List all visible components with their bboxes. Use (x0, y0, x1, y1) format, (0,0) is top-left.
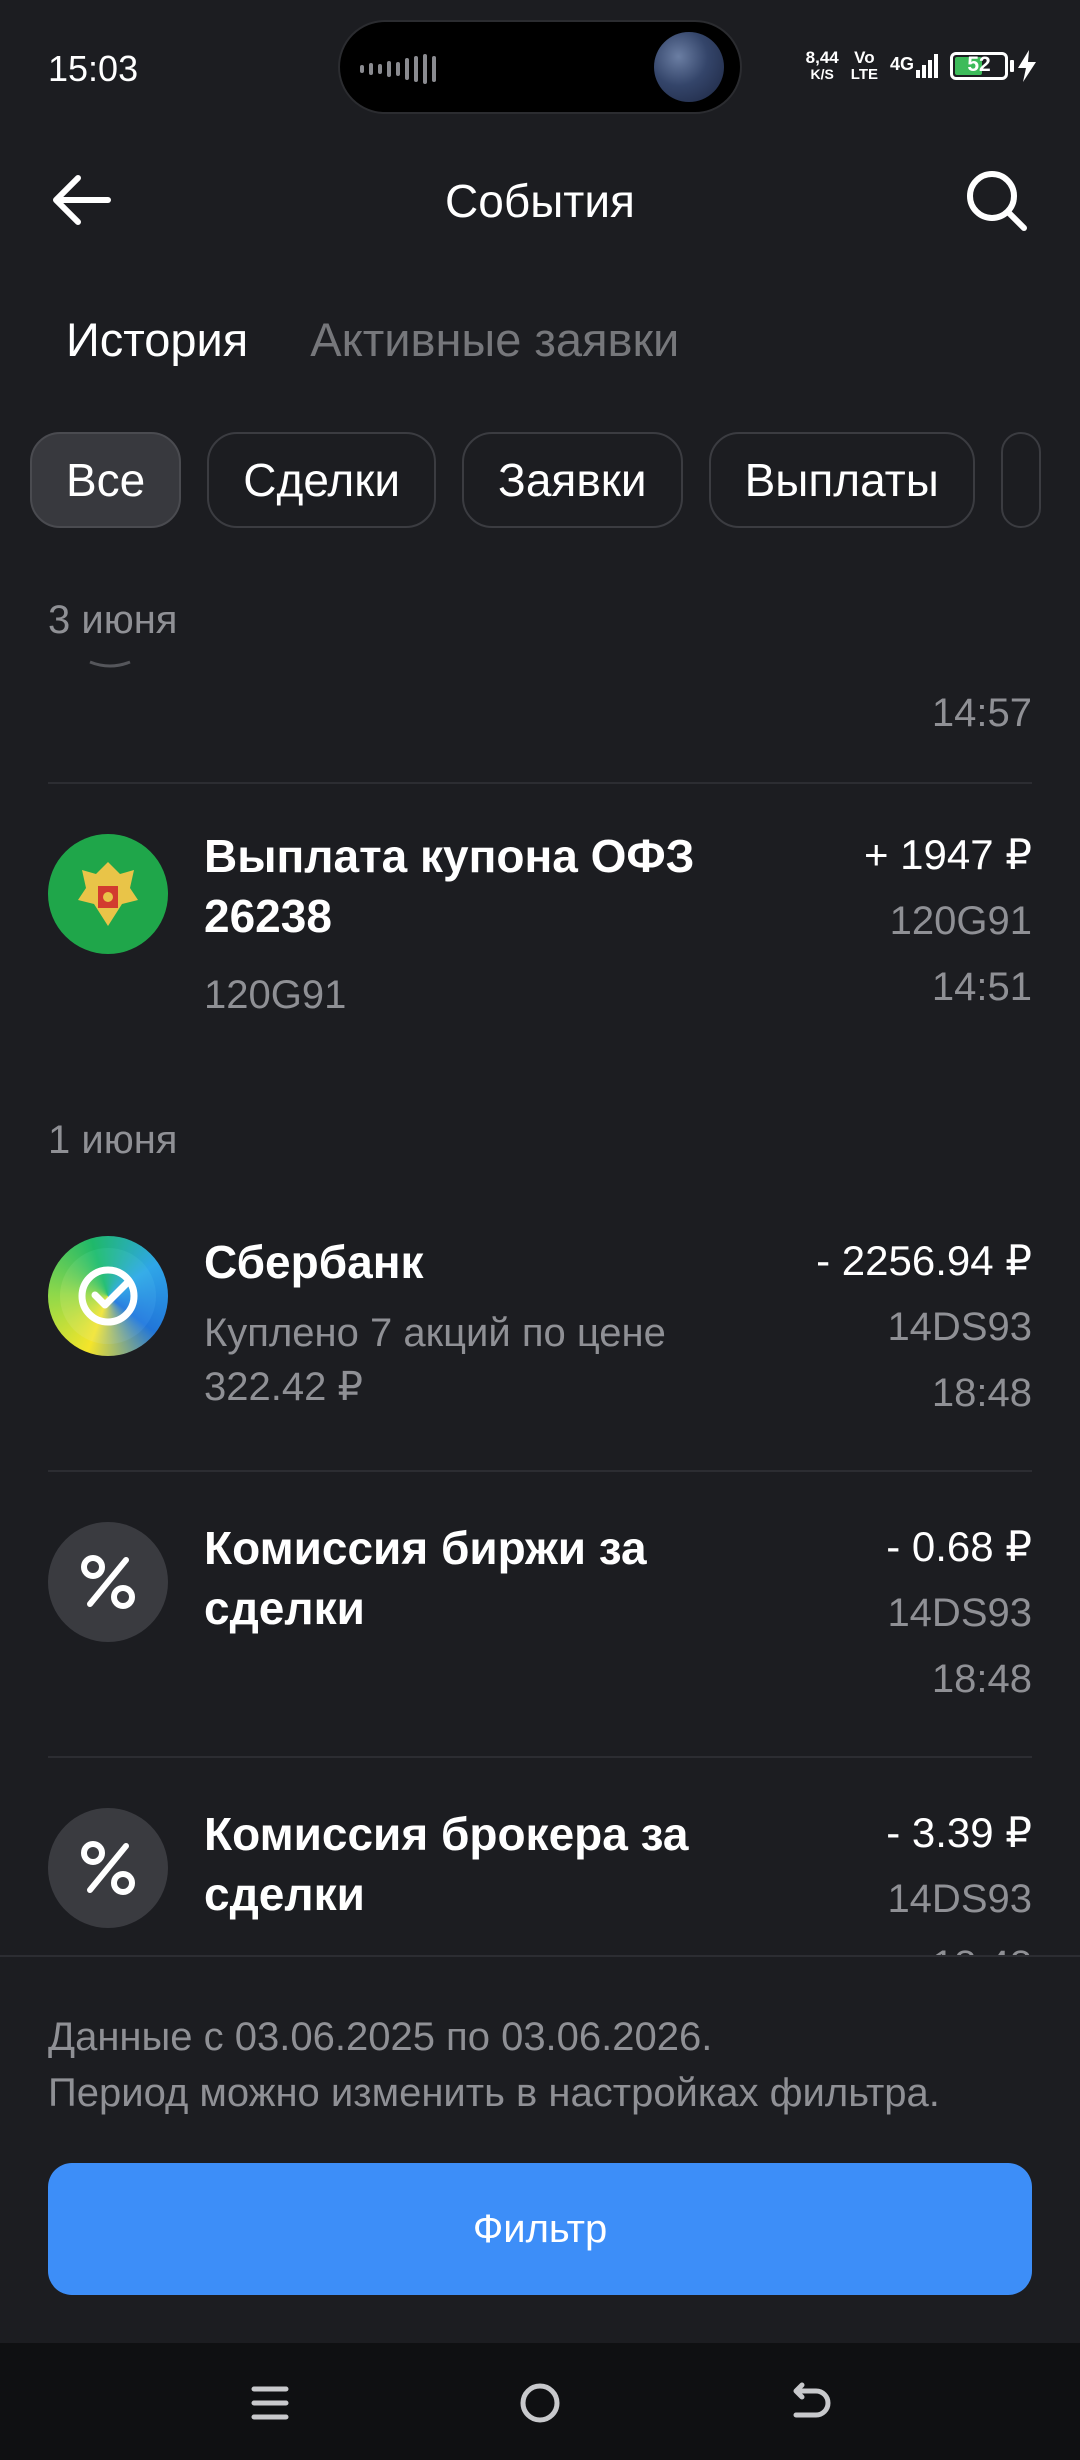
divider (48, 782, 1032, 784)
list-item-coupon[interactable]: Выплата купона ОФЗ 26238 120G91 + 1947 ₽… (48, 826, 1032, 1036)
tab-active-orders[interactable]: Активные заявки (310, 312, 679, 367)
volte-vo: Vo (854, 48, 875, 67)
filter-button[interactable]: Фильтр (48, 2163, 1032, 2295)
coat-of-arms-icon (78, 862, 138, 926)
tab-bar: История Активные заявки (66, 312, 679, 367)
filter-chips: Все Сделки Заявки Выплаты (30, 432, 1041, 528)
status-indicators: 8,44 K/S Vo LTE 4G 52 (806, 44, 1038, 88)
item-code: 14DS93 (887, 1591, 1032, 1635)
network-speed: 8,44 K/S (806, 49, 839, 83)
item-title: Комиссия биржи за сделки (204, 1522, 647, 1634)
item-amount: - 0.68 ₽ (886, 1523, 1032, 1570)
item-time: 18:48 (931, 1371, 1032, 1415)
page-title: События (445, 175, 635, 227)
battery-indicator: 52 (950, 50, 1038, 82)
audio-wave-icon (360, 54, 436, 84)
percent-glyph (81, 1555, 135, 1609)
item-meta: + 1947 ₽ 120G91 14:51 (864, 822, 1032, 1020)
sberbank-logo (48, 1236, 168, 1356)
item-code: 14DS93 (887, 1877, 1032, 1921)
item-title: Выплата купона ОФЗ 26238 (204, 830, 695, 942)
list-item-partial[interactable]: 14:57 (48, 660, 1032, 740)
menu-icon[interactable] (240, 2373, 300, 2433)
percent-glyph (81, 1841, 135, 1895)
bottom-panel: Данные с 03.06.2025 по 03.06.2026. Перио… (0, 1955, 1080, 2343)
item-time: 14:57 (931, 691, 1032, 735)
item-amount: - 3.39 ₽ (886, 1809, 1032, 1856)
item-code: 120G91 (889, 899, 1032, 943)
status-time: 15:03 (48, 48, 139, 89)
volte-indicator: Vo LTE (851, 49, 878, 83)
period-hint: Период можно изменить в настройках фильт… (48, 2071, 940, 2115)
item-amount: + 1947 ₽ (863, 831, 1032, 878)
percent-icon (48, 1808, 168, 1928)
period-info: Данные с 03.06.2025 по 03.06.2026. Перио… (48, 2009, 940, 2121)
chip-more[interactable] (1000, 432, 1041, 528)
charging-icon (1018, 50, 1036, 82)
item-code: 14DS93 (887, 1305, 1032, 1349)
item-subtitle: Куплено 7 акций по цене 322.42 ₽ (204, 1311, 666, 1409)
item-title: Сбербанк (204, 1236, 424, 1288)
divider (48, 1470, 1032, 1472)
network-speed-unit: K/S (810, 66, 834, 82)
home-icon[interactable] (510, 2373, 570, 2433)
item-meta: - 2256.94 ₽ 14DS93 18:48 (816, 1228, 1032, 1426)
volte-lte: LTE (850, 66, 878, 83)
chip-deals[interactable]: Сделки (207, 432, 437, 528)
sberbank-check-icon (78, 1266, 138, 1326)
list-item-sberbank[interactable]: Сбербанк Куплено 7 акций по цене 322.42 … (48, 1232, 1032, 1432)
list-item-exchange-fee[interactable]: Комиссия биржи за сделки - 0.68 ₽ 14DS93… (48, 1518, 1032, 1718)
ofz-emblem-icon (48, 834, 168, 954)
item-time: 18:48 (931, 1657, 1032, 1701)
item-amount: - 2256.94 ₽ (816, 1237, 1032, 1284)
battery-level: 52 (967, 53, 991, 76)
percent-icon (48, 1522, 168, 1642)
divider (48, 1756, 1032, 1758)
tab-history[interactable]: История (66, 312, 248, 367)
chip-orders[interactable]: Заявки (462, 432, 683, 528)
chip-payouts[interactable]: Выплаты (708, 432, 975, 528)
signal-icon (916, 54, 938, 78)
search-icon[interactable] (964, 168, 1030, 234)
app-header: События (0, 150, 1080, 250)
sberbank-logo-inner (60, 1248, 156, 1344)
partial-icon-edge (89, 660, 131, 668)
front-camera (654, 32, 724, 102)
system-nav-bar (0, 2343, 1080, 2460)
status-bar: 15:03 8,44 K/S Vo LTE 4G 52 (0, 0, 1080, 135)
item-subtitle: 120G91 (204, 973, 347, 1017)
network-speed-value: 8,44 (805, 48, 839, 67)
period-range: Данные с 03.06.2025 по 03.06.2026. (48, 2015, 713, 2059)
item-meta: - 0.68 ₽ 14DS93 18:48 (886, 1514, 1032, 1712)
battery-icon: 52 (950, 52, 1008, 80)
signal-indicator: 4G (890, 54, 938, 78)
dynamic-island (338, 20, 742, 114)
section-date-june3: 3 июня (48, 598, 178, 642)
back-nav-icon[interactable] (780, 2373, 840, 2433)
item-title: Комиссия брокера за сделки (204, 1808, 689, 1920)
battery-nub (1010, 60, 1014, 72)
chip-all[interactable]: Все (30, 432, 182, 528)
item-time: 14:51 (931, 965, 1032, 1009)
section-date-june1: 1 июня (48, 1118, 178, 1162)
network-generation: 4G (889, 54, 914, 74)
